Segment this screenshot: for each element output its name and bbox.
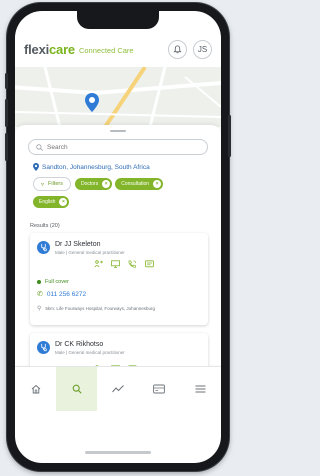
in-person-icon bbox=[94, 260, 103, 268]
phone-consult-icon bbox=[128, 260, 137, 268]
home-icon bbox=[31, 384, 40, 394]
user-avatar-button[interactable]: JS bbox=[193, 39, 212, 59]
app-logo-subtitle: Connected Care bbox=[78, 45, 134, 55]
filter-icon: ▿ bbox=[41, 181, 45, 188]
phone-side-button bbox=[5, 99, 8, 127]
results-count: Results (20) bbox=[30, 223, 60, 229]
cover-status: Full cover bbox=[37, 279, 69, 285]
filter-bar: ▿ Filters Doctors × Consultation × Engli… bbox=[33, 177, 213, 213]
filter-chip-consultation[interactable]: Consultation × bbox=[115, 178, 164, 190]
doctor-name: Dr JJ Skeleton bbox=[55, 241, 101, 248]
location-text: Sandton, Johannesburg, South Africa bbox=[42, 163, 150, 171]
location-link[interactable]: Sandton, Johannesburg, South Africa bbox=[33, 163, 150, 171]
remove-chip-icon[interactable]: × bbox=[102, 180, 111, 188]
doctor-avatar-icon bbox=[37, 241, 50, 254]
filter-chip-english[interactable]: English × bbox=[33, 196, 70, 208]
filter-chip-label: English bbox=[39, 199, 56, 205]
filter-chip-doctors[interactable]: Doctors × bbox=[75, 178, 113, 190]
sheet-drag-handle[interactable] bbox=[110, 130, 126, 132]
phone-frame: flexicare Connected Care JS Search Sandt… bbox=[5, 3, 231, 471]
phone-screen: flexicare Connected Care JS Search Sandt… bbox=[15, 11, 221, 463]
phone-side-button bbox=[5, 133, 8, 161]
doctor-subtitle: Male | General medical practitioner bbox=[55, 350, 125, 355]
filter-chip-label: Consultation bbox=[121, 181, 150, 187]
app-logo: flexicare bbox=[24, 41, 75, 57]
filters-button[interactable]: ▿ Filters bbox=[33, 177, 71, 191]
nav-card[interactable] bbox=[139, 367, 180, 411]
nav-menu[interactable] bbox=[180, 367, 221, 411]
service-icons bbox=[94, 260, 162, 268]
doctor-address-text: 5km: Life Fourways Hospital, Fourways, J… bbox=[45, 306, 155, 311]
cover-status-dot bbox=[37, 280, 41, 284]
map-roads bbox=[15, 67, 221, 127]
search-bar[interactable] bbox=[28, 139, 208, 155]
filter-chip-label: Doctors bbox=[81, 181, 99, 187]
phone-side-button bbox=[228, 115, 231, 157]
search-icon bbox=[72, 384, 82, 394]
video-consult-icon bbox=[111, 260, 120, 268]
doctor-avatar-icon bbox=[37, 341, 50, 354]
app-header: flexicare Connected Care JS bbox=[15, 33, 221, 65]
search-icon bbox=[36, 143, 43, 151]
phone-notch bbox=[77, 11, 159, 29]
activity-icon bbox=[112, 385, 124, 393]
cover-status-text: Full cover bbox=[45, 279, 69, 285]
phone-icon: ✆ bbox=[37, 291, 43, 298]
menu-icon bbox=[195, 385, 206, 393]
doctor-name: Dr CK Rikhotso bbox=[55, 341, 104, 348]
doctor-phone-link[interactable]: ✆ 011 256 6272 bbox=[37, 290, 87, 299]
location-pin-icon: ⚲ bbox=[37, 306, 42, 312]
home-indicator[interactable] bbox=[85, 451, 151, 454]
card-icon bbox=[153, 384, 166, 394]
search-input[interactable] bbox=[47, 143, 197, 151]
filters-button-label: Filters bbox=[48, 181, 63, 187]
remove-chip-icon[interactable]: × bbox=[153, 180, 162, 188]
results-sheet: Sandton, Johannesburg, South Africa ▿ Fi… bbox=[15, 125, 221, 375]
nav-activity[interactable] bbox=[97, 367, 138, 411]
phone-side-button bbox=[5, 73, 8, 89]
remove-chip-icon[interactable]: × bbox=[59, 198, 68, 206]
map-pin-icon[interactable] bbox=[85, 93, 99, 117]
notifications-button[interactable] bbox=[168, 39, 187, 59]
location-pin-icon bbox=[33, 163, 39, 171]
message-icon bbox=[145, 260, 154, 268]
doctor-subtitle: Male | General medical practitioner bbox=[55, 250, 125, 255]
map-view[interactable] bbox=[15, 67, 221, 127]
bell-icon bbox=[173, 44, 182, 53]
doctor-card[interactable]: Dr JJ Skeleton Male | General medical pr… bbox=[30, 233, 208, 325]
nav-search[interactable] bbox=[56, 367, 98, 411]
doctor-phone-text: 011 256 6272 bbox=[46, 290, 87, 298]
bottom-nav bbox=[15, 366, 221, 411]
doctor-address: ⚲ 5km: Life Fourways Hospital, Fourways,… bbox=[37, 305, 155, 312]
nav-home[interactable] bbox=[15, 367, 56, 411]
